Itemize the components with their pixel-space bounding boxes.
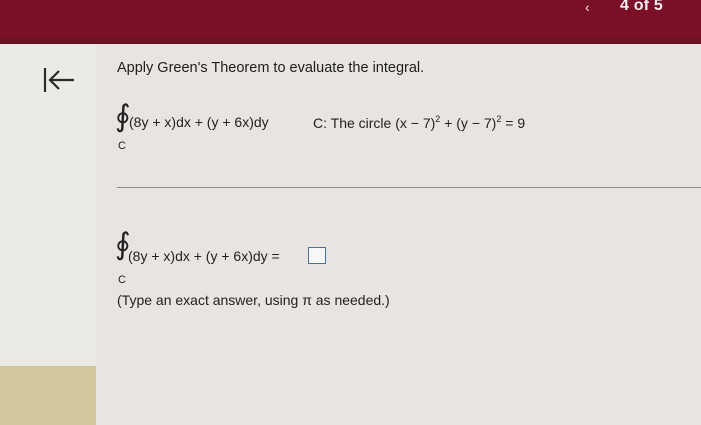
- sidebar-bottom-panel: [0, 366, 96, 425]
- page-counter: 4 of 5: [620, 0, 663, 14]
- answer-contour-label: C: [118, 274, 126, 286]
- curve-description: C: The circle (x − 7)2 + (y − 7)2 = 9: [313, 114, 525, 131]
- section-divider: [117, 187, 701, 188]
- question-instruction: Apply Green's Theorem to evaluate the in…: [117, 60, 425, 76]
- question-contour-label: C: [118, 140, 126, 152]
- answer-hint: (Type an exact answer, using π as needed…: [117, 292, 390, 308]
- answer-input-box[interactable]: [308, 247, 326, 264]
- prev-question-icon[interactable]: ‹: [585, 0, 597, 14]
- curve-term-2: + (y − 7): [440, 115, 497, 131]
- curve-rhs: = 9: [501, 115, 526, 131]
- curve-term-1: (x − 7): [395, 115, 436, 131]
- collapse-left-arrow-icon[interactable]: [40, 64, 78, 96]
- main-content: [96, 44, 701, 425]
- question-integrand: (8y + x)dx + (y + 6x)dy: [129, 114, 269, 130]
- curve-label: C: The circle: [313, 115, 392, 131]
- answer-integrand: (8y + x)dx + (y + 6x)dy =: [128, 248, 280, 264]
- top-bar-shade: [0, 34, 701, 44]
